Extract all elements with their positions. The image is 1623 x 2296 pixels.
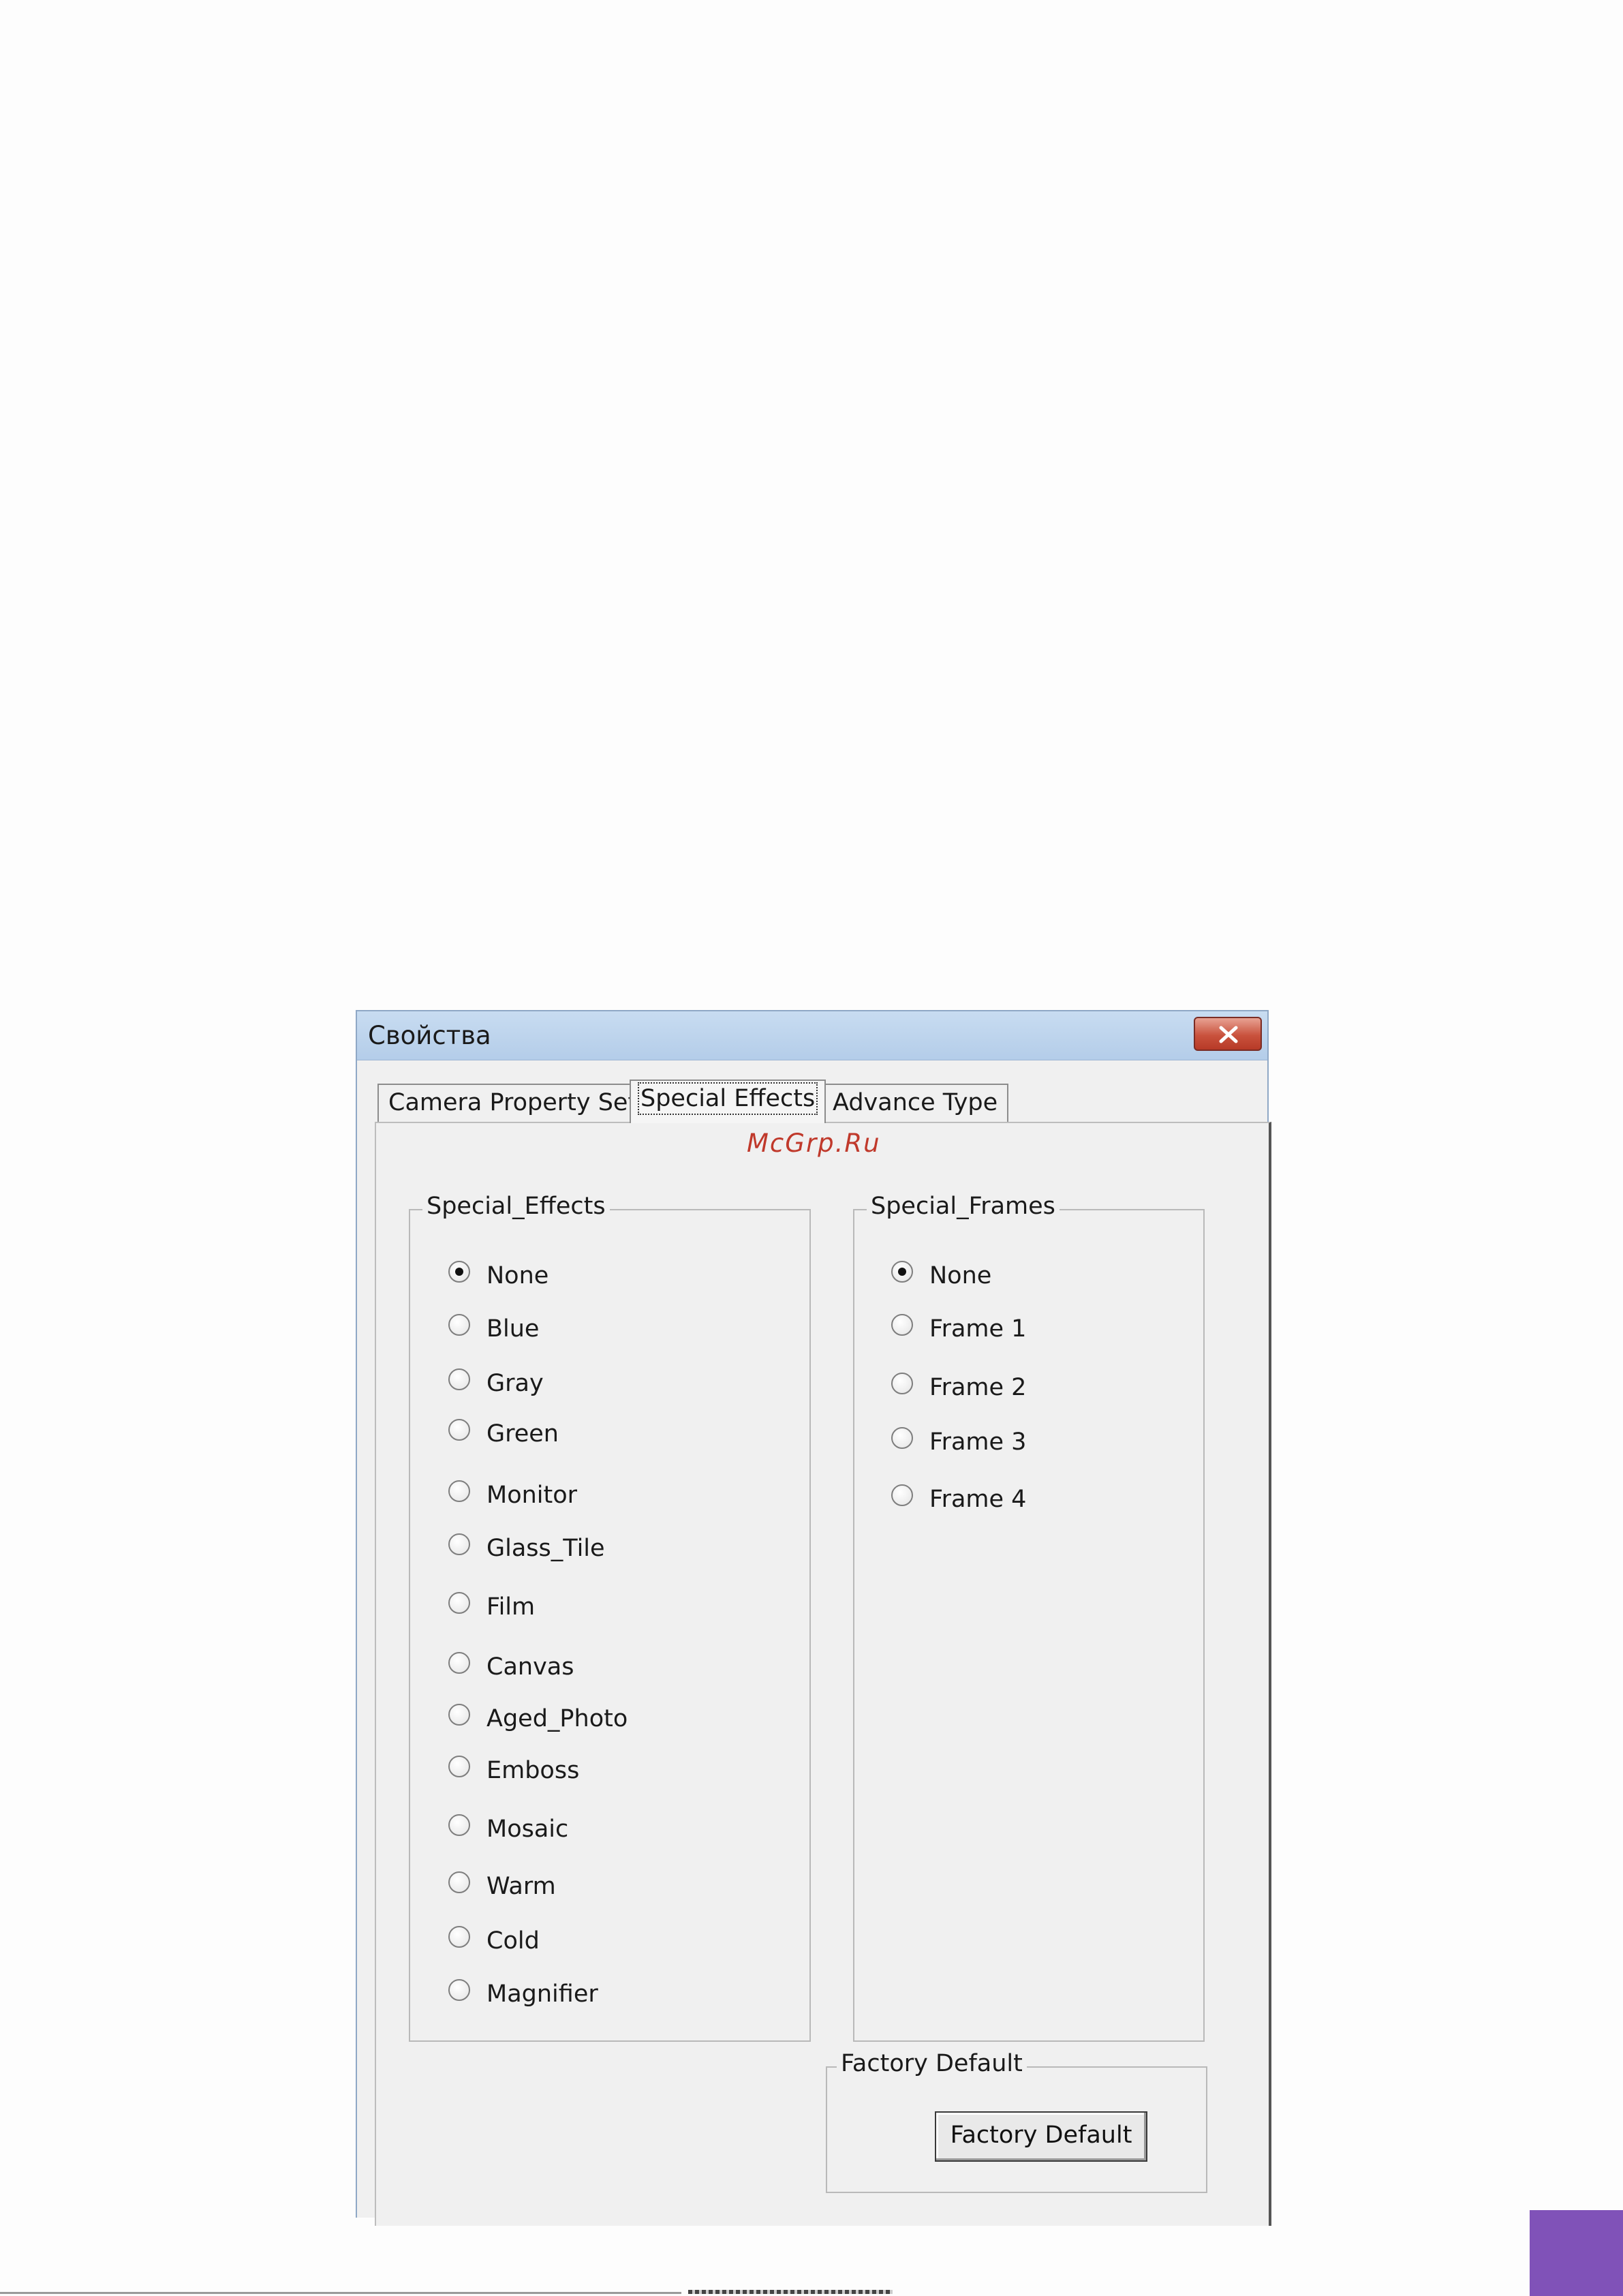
radio-label: Emboss <box>486 1757 580 1784</box>
radio-label: Blue <box>486 1315 540 1343</box>
radio-button[interactable] <box>448 1533 470 1555</box>
tab-label: Camera Property Set <box>388 1089 638 1116</box>
radio-label: Warm <box>486 1873 556 1900</box>
radio-label: Glass_Tile <box>486 1535 605 1562</box>
radio-button[interactable] <box>448 1480 470 1502</box>
radio-label: Monitor <box>486 1482 578 1509</box>
radio-button[interactable] <box>891 1261 913 1283</box>
radio-label: Mosaic <box>486 1816 569 1843</box>
radio-button[interactable] <box>891 1484 913 1506</box>
radio-button[interactable] <box>448 1871 470 1893</box>
radio-button[interactable] <box>448 1814 470 1836</box>
special-effects-legend: Special_Effects <box>422 1193 610 1220</box>
radio-label: Aged_Photo <box>486 1705 628 1732</box>
special-effects-group: Special_Effects <box>409 1193 811 2042</box>
radio-button[interactable] <box>448 1652 470 1674</box>
close-button[interactable] <box>1194 1017 1262 1051</box>
tab-advance-type[interactable]: Advance Type <box>822 1084 1009 1122</box>
radio-selected-dot <box>898 1268 906 1276</box>
radio-label: Frame 4 <box>929 1486 1027 1513</box>
radio-label: Gray <box>486 1370 544 1397</box>
radio-button[interactable] <box>448 1926 470 1948</box>
factory-default-legend: Factory Default <box>837 2050 1027 2077</box>
tab-special-effects[interactable]: Special Effects <box>630 1080 826 1123</box>
corner-accent-block <box>1530 2210 1623 2296</box>
radio-label: Frame 1 <box>929 1315 1027 1343</box>
tab-label: Advance Type <box>833 1089 998 1116</box>
page-bottom-fragment <box>688 2290 893 2294</box>
radio-button[interactable] <box>448 1979 470 2001</box>
radio-label: Film <box>486 1593 536 1621</box>
title-bar: Свойства <box>357 1011 1267 1060</box>
radio-button[interactable] <box>891 1373 913 1394</box>
radio-button[interactable] <box>891 1314 913 1336</box>
radio-button[interactable] <box>448 1419 470 1441</box>
page: Свойства Camera Property Set Special Eff… <box>0 0 1623 2296</box>
radio-button[interactable] <box>891 1427 913 1449</box>
special-frames-legend: Special_Frames <box>867 1193 1060 1220</box>
close-icon <box>1219 1026 1238 1043</box>
radio-label: Frame 3 <box>929 1428 1027 1456</box>
radio-label: Magnifier <box>486 1980 598 2008</box>
page-bottom-rule <box>0 2292 681 2294</box>
radio-label: None <box>929 1262 992 1289</box>
radio-button[interactable] <box>448 1261 470 1283</box>
tab-label: Special Effects <box>637 1082 818 1115</box>
radio-button[interactable] <box>448 1314 470 1336</box>
radio-button[interactable] <box>448 1704 470 1726</box>
radio-selected-dot <box>455 1268 463 1276</box>
window-title: Свойства <box>368 1021 491 1050</box>
factory-default-button[interactable]: Factory Default <box>935 2111 1147 2162</box>
radio-button[interactable] <box>448 1368 470 1390</box>
radio-label: Frame 2 <box>929 1374 1027 1401</box>
radio-label: Canvas <box>486 1653 574 1681</box>
radio-button[interactable] <box>448 1592 470 1614</box>
radio-label: Cold <box>486 1927 540 1955</box>
tab-camera-property-set[interactable]: Camera Property Set <box>377 1084 649 1122</box>
radio-label: None <box>486 1262 549 1289</box>
radio-button[interactable] <box>448 1756 470 1777</box>
radio-label: Green <box>486 1420 559 1448</box>
watermark-text: McGrp.Ru <box>747 1129 881 1158</box>
